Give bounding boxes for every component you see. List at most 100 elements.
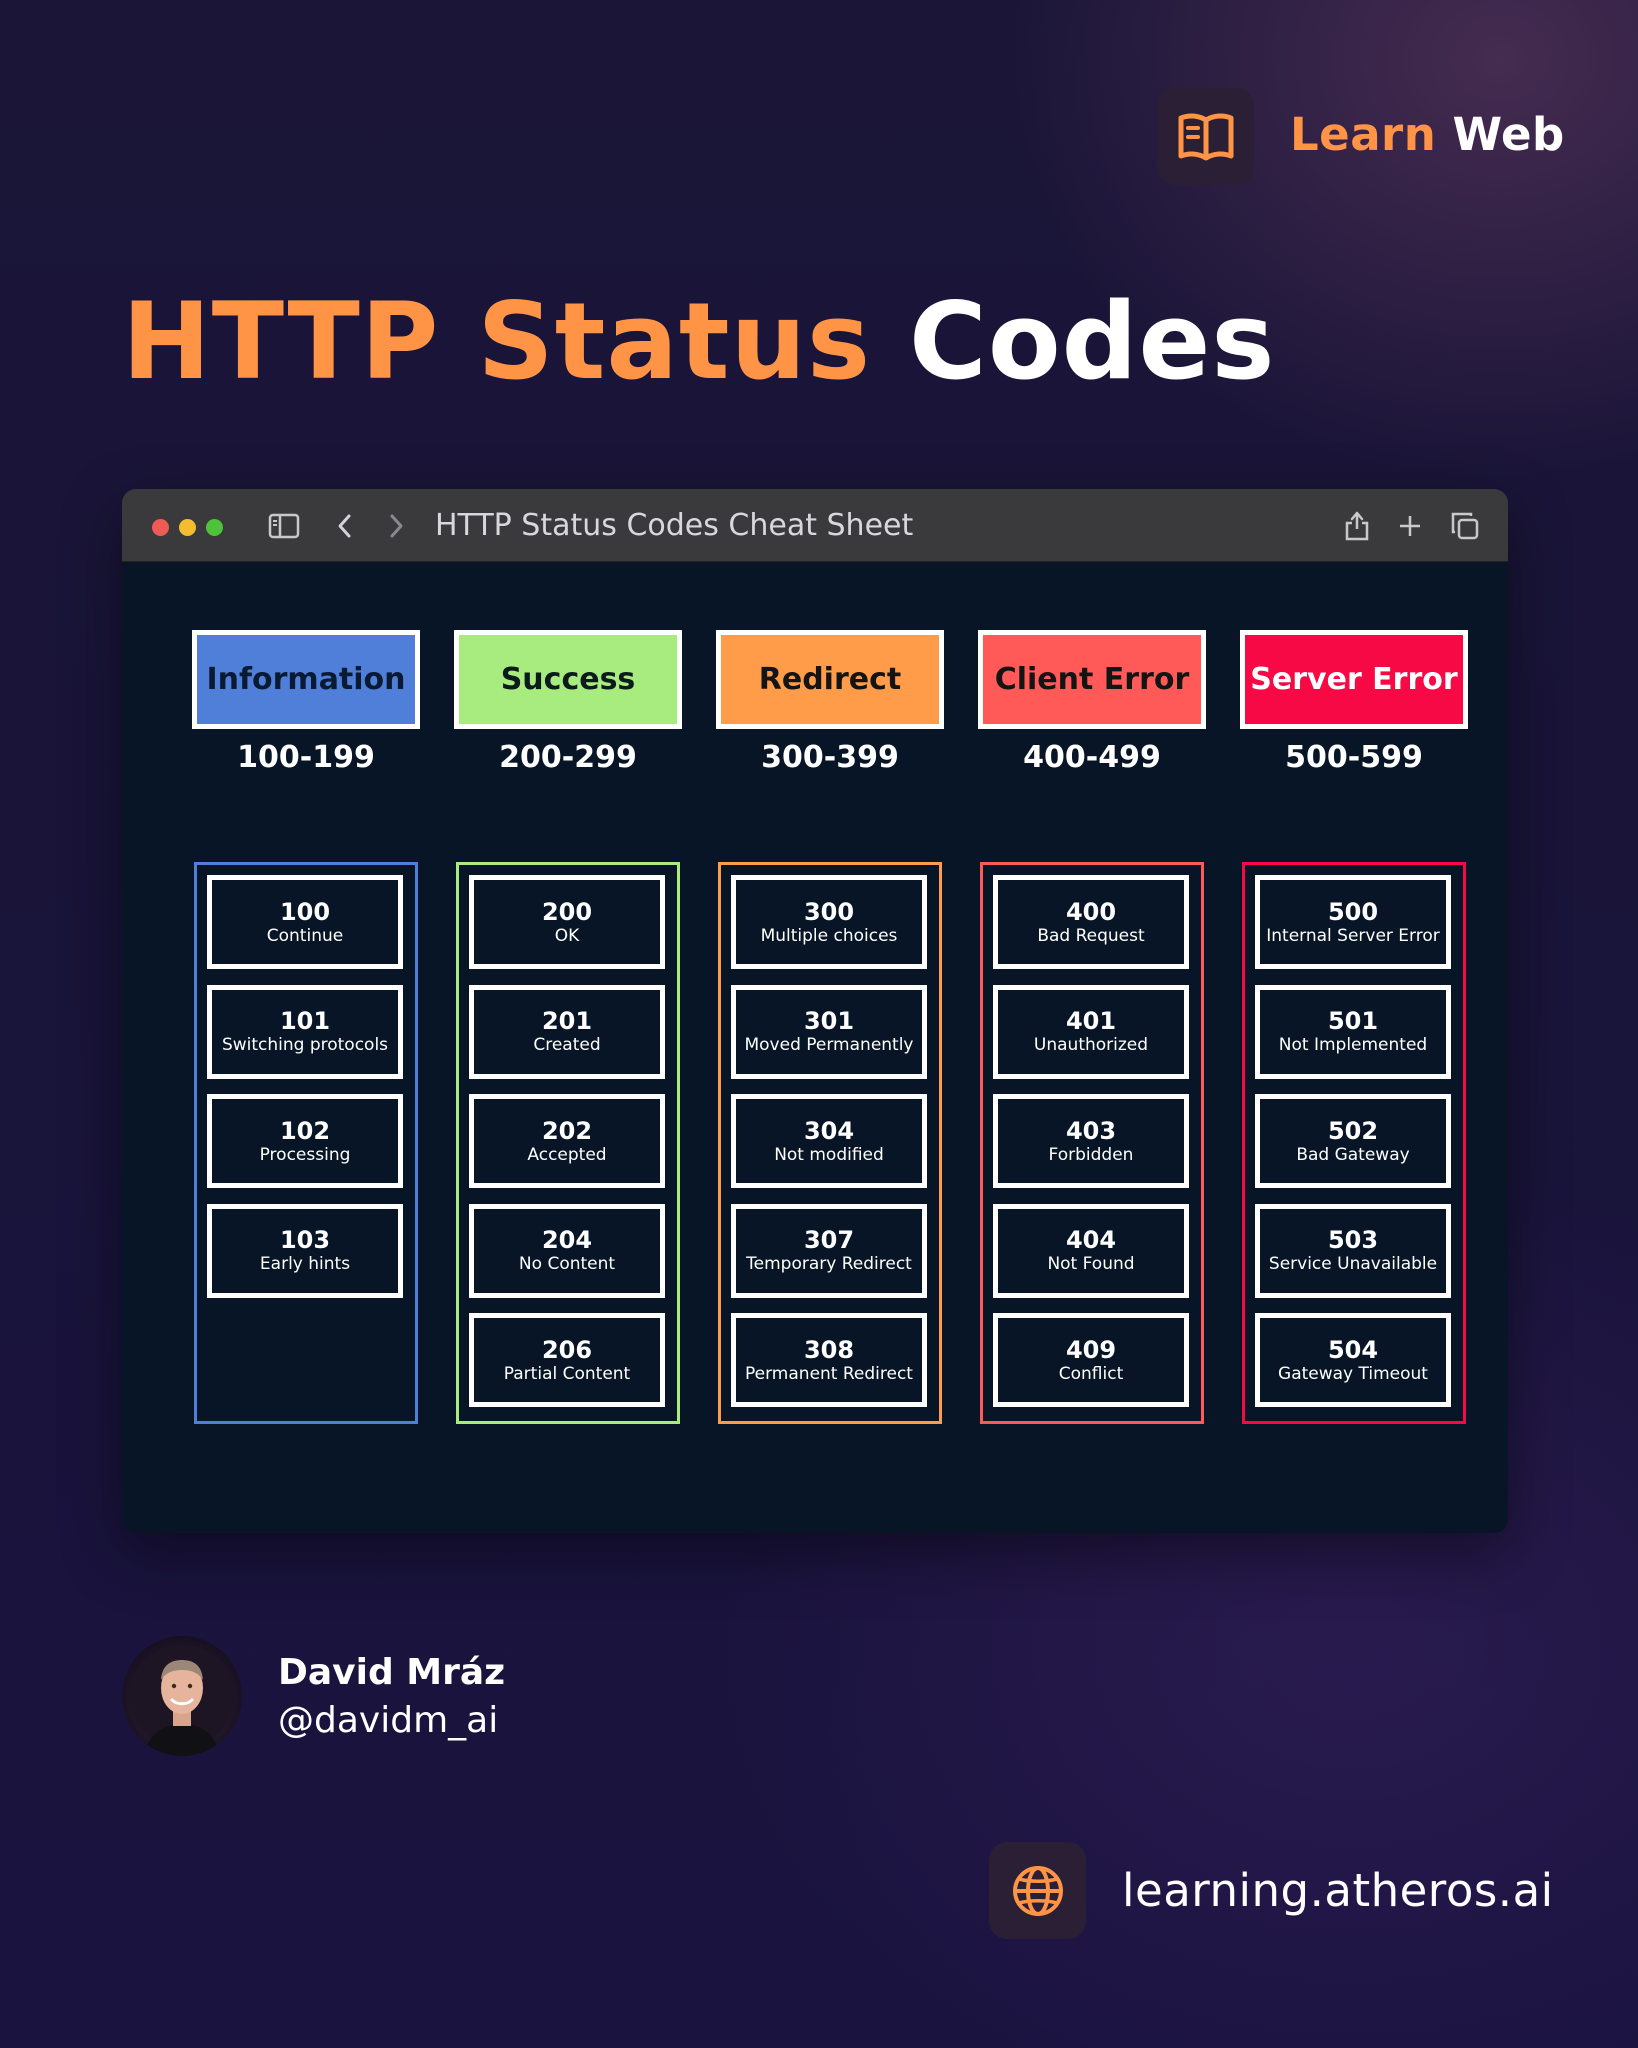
brand-logo [1157,88,1254,185]
status-code-label: Multiple choices [760,925,898,946]
status-code-number: 300 [803,897,855,926]
minimize-window-button[interactable] [179,519,196,536]
status-code-number: 403 [1065,1116,1117,1145]
status-code-label: Not Found [1047,1254,1135,1274]
status-code-502: 502 Bad Gateway [1255,1094,1451,1188]
status-code-number: 307 [803,1226,855,1254]
category-header-client-error: Client Error [978,630,1206,729]
browser-window: HTTP Status Codes Cheat Sheet Informatio… [122,489,1508,1533]
status-code-number: 500 [1327,897,1379,926]
status-code-202: 202 Accepted [469,1094,665,1188]
status-code-200: 200 OK [469,875,665,969]
status-code-label: Conflict [1058,1363,1124,1384]
status-code-number: 200 [541,897,593,926]
status-code-300: 300 Multiple choices [731,875,927,969]
status-code-label: Unauthorized [1033,1035,1149,1055]
status-code-number: 202 [541,1116,593,1145]
sidebar-icon[interactable] [267,509,301,543]
category-range-redirect: 300-399 [761,740,899,775]
category-header-server-error: Server Error [1240,630,1468,729]
status-code-label: Partial Content [503,1363,631,1384]
globe-icon [1012,1865,1063,1916]
status-code-number: 206 [541,1335,593,1364]
status-code-number: 201 [541,1007,593,1035]
status-code-number: 308 [803,1335,855,1364]
status-code-label: OK [554,925,580,946]
status-code-403: 403 Forbidden [993,1094,1189,1188]
status-code-label: Permanent Redirect [745,1363,913,1384]
page-title: HTTP Status Codes [122,280,1276,403]
status-code-label: Not Implemented [1278,1035,1428,1055]
status-code-label: Early hints [259,1254,351,1274]
avatar [122,1636,242,1756]
author-name: David Mráz [278,1652,506,1693]
back-icon[interactable] [328,509,362,543]
status-code-206: 206 Partial Content [469,1313,665,1407]
status-code-409: 409 Conflict [993,1313,1189,1407]
close-window-button[interactable] [152,519,169,536]
page-tab-title[interactable]: HTTP Status Codes Cheat Sheet [435,508,913,543]
status-code-label: Not modified [774,1144,884,1165]
open-book-icon [1178,112,1233,160]
tabs-overview-icon[interactable] [1448,509,1482,543]
status-code-label: Created [533,1035,601,1055]
status-code-number: 404 [1065,1226,1117,1254]
status-code-304: 304 Not modified [731,1094,927,1188]
status-code-500: 500 Internal Server Error [1255,875,1451,969]
status-code-101: 101 Switching protocols [207,984,403,1079]
category-header-redirect: Redirect [716,630,944,729]
status-code-label: Continue [266,925,344,946]
brand-name: Learn Web [1290,108,1565,161]
status-code-number: 501 [1327,1007,1379,1035]
status-code-number: 409 [1065,1335,1117,1364]
status-code-204: 204 No Content [469,1203,665,1298]
site-url[interactable]: learning.atheros.ai [1122,1864,1554,1917]
status-code-number: 101 [279,1007,331,1035]
category-range-client-error: 400-499 [1023,740,1161,775]
category-range-success: 200-299 [499,740,637,775]
status-code-label: Service Unavailable [1268,1254,1438,1274]
status-code-label: Temporary Redirect [746,1254,912,1274]
category-range-information: 100-199 [237,740,375,775]
status-code-number: 502 [1327,1116,1379,1145]
status-code-501: 501 Not Implemented [1255,984,1451,1079]
status-code-number: 304 [803,1116,855,1145]
forward-icon[interactable] [379,509,413,543]
status-code-label: Moved Permanently [744,1035,914,1055]
status-code-label: Forbidden [1048,1144,1134,1165]
category-header-success: Success [454,630,682,729]
new-tab-icon[interactable] [1393,509,1427,543]
status-code-201: 201 Created [469,984,665,1079]
site-badge [989,1842,1086,1939]
category-header-information: Information [192,630,420,729]
browser-toolbar: HTTP Status Codes Cheat Sheet [122,489,1508,562]
cheat-sheet: Information 100-199 Success 200-299 Redirect… [122,562,1508,1533]
status-code-103: 103 Early hints [207,1203,403,1298]
status-code-401: 401 Unauthorized [993,984,1189,1079]
status-code-label: No Content [518,1254,616,1274]
status-code-100: 100 Continue [207,875,403,969]
status-code-label: Bad Gateway [1296,1144,1410,1165]
zoom-window-button[interactable] [206,519,223,536]
status-code-label: Accepted [527,1144,607,1165]
category-range-server-error: 500-599 [1285,740,1423,775]
status-code-307: 307 Temporary Redirect [731,1203,927,1298]
status-code-308: 308 Permanent Redirect [731,1313,927,1407]
status-code-503: 503 Service Unavailable [1255,1203,1451,1298]
status-code-number: 102 [279,1116,331,1145]
status-code-label: Switching protocols [221,1035,389,1055]
author-handle[interactable]: @davidm_ai [278,1700,498,1741]
status-code-number: 103 [279,1226,331,1254]
share-icon[interactable] [1340,509,1374,543]
status-code-400: 400 Bad Request [993,875,1189,969]
status-code-102: 102 Processing [207,1094,403,1188]
brand-learn: Learn [1290,108,1437,161]
status-code-number: 400 [1065,897,1117,926]
status-code-label: Internal Server Error [1266,925,1440,946]
status-code-label: Gateway Timeout [1278,1363,1428,1384]
status-code-label: Bad Request [1037,925,1145,946]
status-code-label: Processing [259,1144,351,1165]
title-accent: HTTP Status [122,280,872,403]
status-code-504: 504 Gateway Timeout [1255,1313,1451,1407]
status-code-404: 404 Not Found [993,1203,1189,1298]
